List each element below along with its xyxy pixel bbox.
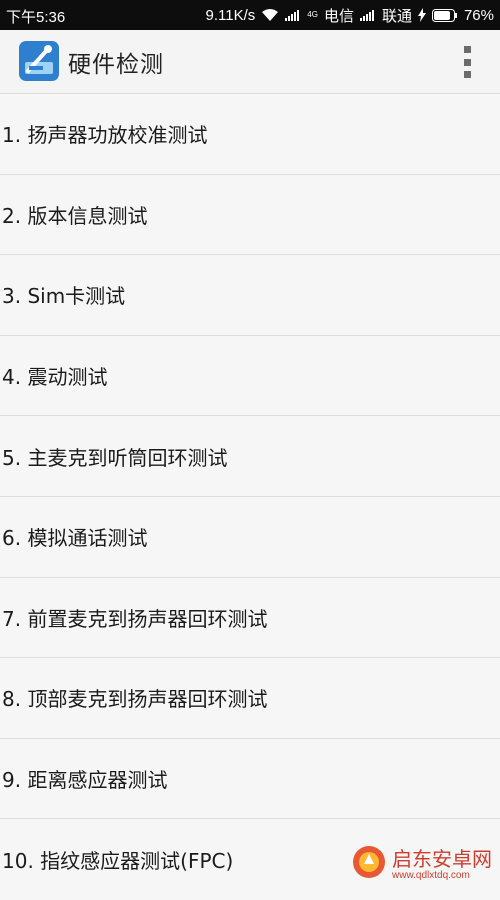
list-item-label: 7. 前置麦克到扬声器回环测试 <box>2 603 267 632</box>
network-speed: 9.11K/s <box>206 7 256 24</box>
list-item-label: 2. 版本信息测试 <box>2 200 147 229</box>
signal-4g-icon <box>285 9 301 21</box>
list-item-proximity-sensor[interactable]: 9. 距离感应器测试 <box>0 739 500 820</box>
net-type-label: 4G <box>307 11 318 19</box>
list-item-front-mic-loopback[interactable]: 7. 前置麦克到扬声器回环测试 <box>0 578 500 659</box>
wifi-icon <box>261 8 279 22</box>
list-item-label: 3. Sim卡测试 <box>2 280 125 309</box>
page-title: 硬件检测 <box>68 45 164 79</box>
list-item-label: 6. 模拟通话测试 <box>2 522 147 551</box>
test-list: 1. 扬声器功放校准测试 2. 版本信息测试 3. Sim卡测试 4. 震动测试… <box>0 94 500 900</box>
list-item-label: 9. 距离感应器测试 <box>2 764 167 793</box>
signal-icon <box>360 9 376 21</box>
list-item-label: 5. 主麦克到听筒回环测试 <box>2 442 227 471</box>
list-item-simulated-call[interactable]: 6. 模拟通话测试 <box>0 497 500 578</box>
status-time: 下午5:36 <box>6 6 65 27</box>
status-bar: 下午5:36 9.11K/s 4G 电信 联通 76% <box>0 0 500 30</box>
list-item-vibration[interactable]: 4. 震动测试 <box>0 336 500 417</box>
list-item-sim-card[interactable]: 3. Sim卡测试 <box>0 255 500 336</box>
charging-icon <box>418 8 426 22</box>
watermark-main: 启东安卓网 <box>392 848 492 870</box>
battery-percent: 76% <box>464 7 494 24</box>
list-item-label: 10. 指纹感应器测试(FPC) <box>2 845 233 874</box>
hardware-test-icon <box>18 40 60 82</box>
list-item-version-info[interactable]: 2. 版本信息测试 <box>0 175 500 256</box>
list-item-speaker-calibration[interactable]: 1. 扬声器功放校准测试 <box>0 94 500 175</box>
status-right: 9.11K/s 4G 电信 联通 76% <box>206 0 495 30</box>
watermark-logo-icon <box>352 845 386 883</box>
list-item-label: 8. 顶部麦克到扬声器回环测试 <box>2 683 267 712</box>
list-item-label: 1. 扬声器功放校准测试 <box>2 119 207 148</box>
carrier2-label: 联通 <box>382 5 412 26</box>
list-item-main-mic-loopback[interactable]: 5. 主麦克到听筒回环测试 <box>0 416 500 497</box>
list-item-top-mic-loopback[interactable]: 8. 顶部麦克到扬声器回环测试 <box>0 658 500 739</box>
overflow-menu-icon[interactable] <box>462 46 472 78</box>
battery-icon <box>432 9 458 22</box>
watermark-sub: www.qdlxtdq.com <box>392 870 492 881</box>
watermark-text: 启东安卓网 www.qdlxtdq.com <box>392 848 492 881</box>
app-bar: 硬件检测 <box>0 30 500 94</box>
carrier1-label: 电信 <box>324 5 354 26</box>
list-item-label: 4. 震动测试 <box>2 361 107 390</box>
watermark: 启东安卓网 www.qdlxtdq.com <box>352 845 492 883</box>
